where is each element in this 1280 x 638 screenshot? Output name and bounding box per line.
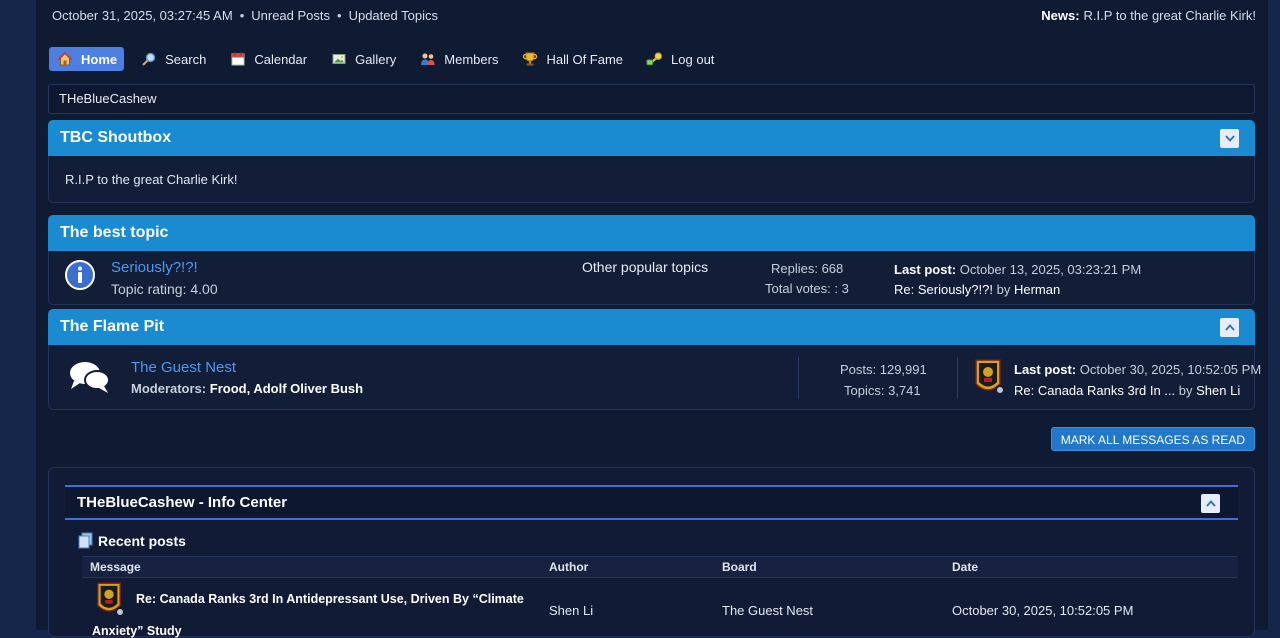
calendar-icon <box>229 51 246 68</box>
menu-calendar[interactable]: Calendar <box>222 47 314 71</box>
last-post-label: Last post: <box>1014 362 1077 377</box>
shoutbox-header: TBC Shoutbox <box>48 120 1255 156</box>
last-post-date: October 30, 2025, 10:52:05 PM <box>1079 362 1262 377</box>
recent-posts-heading: Recent posts <box>78 532 186 549</box>
other-popular-topics-link[interactable]: Other popular topics <box>582 259 708 275</box>
column-message: Message <box>90 560 141 574</box>
updated-topics-link[interactable]: Updated Topics <box>349 8 438 23</box>
last-post-ref: Re: Canada Ranks 3rd In ... by Shen Li <box>1014 383 1240 398</box>
recent-post-message-link[interactable]: Re: Canada Ranks 3rd In Antidepressant U… <box>136 592 524 606</box>
recent-posts-table-header: Message Author Board Date <box>82 556 1238 578</box>
info-center-header: THeBlueCashew - Info Center <box>65 485 1238 520</box>
shoutbox-title: TBC Shoutbox <box>60 129 172 146</box>
last-post-author-link[interactable]: Herman <box>1014 282 1060 297</box>
separator-dot: • <box>239 8 245 23</box>
table-row: Re: Canada Ranks 3rd In Antidepressant U… <box>82 579 1238 638</box>
news-ticker: News: R.I.P to the great Charlie Kirk! <box>1041 8 1256 23</box>
offline-status-dot <box>115 607 125 617</box>
last-post-label: Last post: <box>894 262 957 277</box>
breadcrumb-home-link[interactable]: THeBlueCashew <box>59 91 157 106</box>
recent-post-message-continued[interactable]: Anxiety” Study <box>92 624 182 638</box>
posts-count: Posts: 129,991 <box>840 362 927 377</box>
menu-label: Gallery <box>355 51 397 67</box>
avatar[interactable] <box>973 358 1005 399</box>
unread-posts-link[interactable]: Unread Posts <box>251 8 330 23</box>
breadcrumb: THeBlueCashew <box>48 84 1255 114</box>
menu-home[interactable]: Home <box>49 47 125 71</box>
last-post-by: by <box>1178 383 1193 398</box>
recent-post-date: October 30, 2025, 10:52:05 PM <box>952 603 1134 618</box>
best-topic-panel: Seriously?!?! Topic rating: 4.00 Other p… <box>48 251 1255 305</box>
collapse-toggle[interactable] <box>1201 494 1220 513</box>
best-topic-title: The best topic <box>60 224 169 241</box>
menu-members[interactable]: Members <box>412 47 505 71</box>
trophy-icon <box>521 51 538 68</box>
main-menu: Home Search Calendar Gallery Members Hal… <box>49 47 730 71</box>
chat-bubbles-icon <box>68 359 112 398</box>
last-post-author-link[interactable]: Shen Li <box>1196 383 1240 398</box>
shoutbox-message: R.I.P to the great Charlie Kirk! <box>65 172 238 187</box>
total-votes: Total votes: : 3 <box>765 281 849 296</box>
collapse-toggle[interactable] <box>1220 318 1239 337</box>
news-label: News: <box>1041 8 1080 23</box>
shoutbox-panel: R.I.P to the great Charlie Kirk! <box>48 156 1255 203</box>
menu-hall-of-fame[interactable]: Hall Of Fame <box>514 47 630 71</box>
flame-pit-title: The Flame Pit <box>60 318 165 335</box>
board-moderators: Moderators: Frood, Adolf Oliver Bush <box>131 381 363 396</box>
last-post-info: Last post: October 13, 2025, 03:23:21 PM <box>894 262 1141 277</box>
column-date: Date <box>952 560 979 574</box>
menu-label: Log out <box>671 51 715 67</box>
chevron-up-icon <box>1224 324 1235 331</box>
divider <box>957 357 958 399</box>
menu-label: Home <box>81 51 118 67</box>
recent-posts-title: Recent posts <box>98 532 186 549</box>
menu-search[interactable]: Search <box>133 47 213 71</box>
key-icon <box>646 51 663 68</box>
news-text: R.I.P to the great Charlie Kirk! <box>1083 8 1256 23</box>
moderators-list[interactable]: Frood, Adolf Oliver Bush <box>210 381 363 396</box>
mark-all-read-button[interactable]: MARK ALL MESSAGES AS READ <box>1050 427 1255 451</box>
best-topic-link[interactable]: Seriously?!?! <box>111 259 198 276</box>
flame-pit-panel: The Guest Nest Moderators: Frood, Adolf … <box>48 345 1261 410</box>
menu-label: Members <box>444 51 499 67</box>
divider <box>798 357 799 399</box>
top-bar: October 31, 2025, 03:27:45 AM • Unread Pos… <box>52 8 438 23</box>
recent-post-author[interactable]: Shen Li <box>549 603 593 618</box>
topics-count: Topics: 3,741 <box>844 383 921 398</box>
menu-gallery[interactable]: Gallery <box>323 47 403 71</box>
last-post-date: October 13, 2025, 03:23:21 PM <box>959 262 1142 277</box>
members-icon <box>419 51 436 68</box>
column-author: Author <box>549 560 589 574</box>
last-post-ref: Re: Seriously?!?! by Herman <box>894 282 1060 297</box>
chevron-down-icon <box>1224 135 1235 142</box>
last-post-info: Last post: October 30, 2025, 10:52:05 PM <box>1014 362 1261 377</box>
column-board: Board <box>722 560 757 574</box>
last-post-by: by <box>996 282 1011 297</box>
info-icon <box>64 259 96 294</box>
board-link-guest-nest[interactable]: The Guest Nest <box>131 359 236 376</box>
last-post-topic-link[interactable]: Re: Canada Ranks 3rd In ... <box>1014 383 1175 398</box>
moderators-label: Moderators: <box>131 381 207 396</box>
chevron-up-icon <box>1205 500 1216 507</box>
best-topic-header: The best topic <box>48 215 1255 251</box>
menu-log-out[interactable]: Log out <box>639 47 721 71</box>
recent-post-board[interactable]: The Guest Nest <box>722 603 813 618</box>
avatar[interactable] <box>95 581 125 620</box>
collapse-toggle[interactable] <box>1220 129 1239 148</box>
replies-count: Replies: 668 <box>771 261 844 276</box>
menu-label: Search <box>165 51 207 67</box>
flame-pit-header: The Flame Pit <box>48 309 1255 345</box>
menu-label: Hall Of Fame <box>546 51 624 67</box>
posts-icon <box>78 532 93 549</box>
separator-dot: • <box>337 8 342 23</box>
topic-rating: Topic rating: 4.00 <box>111 281 218 297</box>
current-datetime: October 31, 2025, 03:27:45 AM <box>52 8 233 23</box>
info-center-title: THeBlueCashew - Info Center <box>77 494 288 511</box>
gallery-icon <box>330 51 347 68</box>
search-icon <box>140 51 157 68</box>
last-post-topic-link[interactable]: Re: Seriously?!?! <box>894 282 993 297</box>
menu-label: Calendar <box>254 51 308 67</box>
offline-status-dot <box>995 385 1005 395</box>
home-icon <box>56 51 73 68</box>
